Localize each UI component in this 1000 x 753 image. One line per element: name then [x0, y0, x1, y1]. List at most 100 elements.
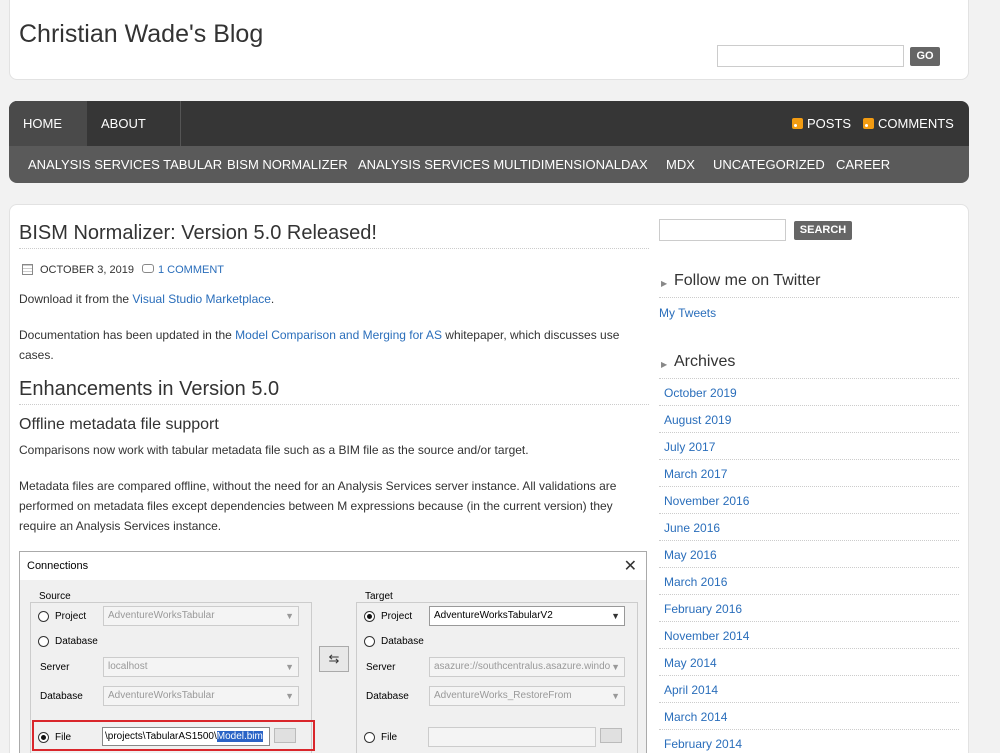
comments-link[interactable]: 1 COMMENT	[158, 264, 224, 276]
posts-feed-link[interactable]: POSTS	[792, 101, 851, 146]
archive-link[interactable]: June 2016	[664, 521, 720, 535]
archive-divider	[659, 459, 959, 460]
target-file-radio[interactable]	[364, 732, 375, 743]
main-navigation: HOME ABOUT ME POSTS COMMENTS ANALYSIS SE…	[9, 101, 969, 183]
chevron-down-icon: ▼	[285, 691, 294, 701]
widget-bullet-icon: ▶	[661, 279, 668, 288]
title-divider	[19, 248, 649, 249]
archive-divider	[659, 729, 959, 730]
paragraph-documentation: Documentation has been updated in the Mo…	[19, 325, 634, 365]
dialog-titlebar: Connections ✕	[20, 552, 646, 580]
swap-button[interactable]: ⇆	[319, 646, 349, 672]
target-database-value: AdventureWorks_RestoreFrom	[434, 690, 572, 701]
archives-divider	[659, 378, 959, 379]
search-button[interactable]: SEARCH	[794, 221, 852, 240]
category-mdx[interactable]: MDX	[666, 146, 695, 183]
chevron-down-icon: ▼	[285, 662, 294, 672]
category-analysis-services-multidimensional[interactable]: ANALYSIS SERVICES MULTIDIMENSIONAL	[358, 146, 621, 183]
chevron-down-icon: ▼	[611, 662, 620, 672]
archive-link[interactable]: May 2016	[664, 548, 717, 562]
archive-link[interactable]: February 2016	[664, 602, 742, 616]
source-group-label: Source	[37, 591, 73, 602]
my-tweets-link[interactable]: My Tweets	[659, 306, 716, 320]
comments-feed-label: COMMENTS	[878, 116, 954, 131]
post-title[interactable]: BISM Normalizer: Version 5.0 Released!	[19, 222, 377, 245]
target-project-radio[interactable]	[364, 611, 375, 622]
archive-link[interactable]: August 2019	[664, 413, 731, 427]
source-server-value: localhost	[108, 661, 148, 672]
source-database-value: AdventureWorksTabular	[108, 690, 215, 701]
target-database-select[interactable]: AdventureWorks_RestoreFrom ▼	[429, 686, 625, 706]
whitepaper-link[interactable]: Model Comparison and Merging for AS	[235, 328, 442, 342]
archive-divider	[659, 648, 959, 649]
sidebar-search-input[interactable]	[659, 219, 786, 241]
target-file-input[interactable]	[428, 727, 596, 747]
archive-link[interactable]: March 2014	[664, 710, 727, 724]
post-date: OCTOBER 3, 2019	[40, 264, 134, 276]
nav-tab-about-me[interactable]: ABOUT ME	[87, 101, 181, 176]
go-button[interactable]: GO	[910, 47, 940, 66]
nav-tab-home[interactable]: HOME	[9, 101, 87, 146]
close-icon[interactable]: ✕	[624, 556, 637, 576]
archive-divider	[659, 567, 959, 568]
archive-divider	[659, 594, 959, 595]
target-group-label: Target	[363, 591, 395, 602]
rss-icon	[792, 118, 803, 129]
section-heading: Enhancements in Version 5.0	[19, 378, 280, 400]
archive-divider	[659, 540, 959, 541]
posts-feed-label: POSTS	[807, 116, 852, 131]
text: Documentation has been updated in the	[19, 328, 236, 342]
source-project-value: AdventureWorksTabular	[108, 610, 215, 621]
calendar-icon	[22, 264, 33, 275]
target-database-radio[interactable]	[364, 636, 375, 647]
source-project-select[interactable]: AdventureWorksTabular ▼	[103, 606, 299, 626]
twitter-divider	[659, 297, 959, 298]
target-database-radio-label: Database	[381, 636, 424, 647]
paragraph-download: Download it from the Visual Studio Marke…	[19, 289, 634, 309]
archive-link[interactable]: March 2017	[664, 467, 727, 481]
connections-dialog: Connections ✕ Source Project AdventureWo…	[19, 551, 647, 753]
archive-link[interactable]: October 2019	[664, 386, 737, 400]
comment-icon	[142, 264, 154, 273]
source-database-radio[interactable]	[38, 636, 49, 647]
target-database-label: Database	[366, 691, 409, 702]
text: Download it from the	[19, 292, 133, 306]
archives-widget-title: Archives	[674, 353, 736, 370]
category-dax[interactable]: DAX	[621, 146, 648, 183]
archive-link[interactable]: November 2016	[664, 494, 749, 508]
archive-divider	[659, 432, 959, 433]
archive-link[interactable]: March 2016	[664, 575, 727, 589]
archive-link[interactable]: May 2014	[664, 656, 717, 670]
archive-link[interactable]: April 2014	[664, 683, 718, 697]
category-bism-normalizer[interactable]: BISM NORMALIZER	[227, 146, 348, 183]
text: .	[270, 292, 275, 306]
category-uncategorized[interactable]: UNCATEGORIZED	[713, 146, 825, 183]
source-database-label: Database	[40, 691, 83, 702]
visual-studio-marketplace-link[interactable]: Visual Studio Marketplace	[132, 292, 271, 306]
archive-link[interactable]: November 2014	[664, 629, 749, 643]
comments-feed-link[interactable]: COMMENTS	[863, 101, 954, 146]
target-browse-button[interactable]	[600, 728, 622, 743]
source-project-radio[interactable]	[38, 611, 49, 622]
archive-link[interactable]: July 2017	[664, 440, 715, 454]
category-career[interactable]: CAREER	[836, 146, 890, 183]
section-divider	[19, 404, 649, 405]
target-server-select[interactable]: asazure://southcentralus.asazure.windo ▼	[429, 657, 625, 677]
highlight-box	[32, 720, 315, 751]
rss-icon	[863, 118, 874, 129]
source-server-label: Server	[40, 662, 70, 673]
source-server-select[interactable]: localhost ▼	[103, 657, 299, 677]
archive-divider	[659, 675, 959, 676]
target-project-select[interactable]: AdventureWorksTabularV2 ▼	[429, 606, 625, 626]
archive-link[interactable]: February 2014	[664, 737, 742, 751]
target-server-value: asazure://southcentralus.asazure.windo	[434, 661, 611, 672]
blog-title[interactable]: Christian Wade's Blog	[19, 20, 263, 49]
target-project-label: Project	[381, 611, 413, 622]
archive-divider	[659, 621, 959, 622]
paragraph-comparisons: Comparisons now work with tabular metada…	[19, 443, 529, 457]
twitter-widget-title: Follow me on Twitter	[674, 272, 821, 289]
source-database-radio-label: Database	[55, 636, 98, 647]
source-database-select[interactable]: AdventureWorksTabular ▼	[103, 686, 299, 706]
header-search-input[interactable]	[717, 45, 904, 67]
category-analysis-services-tabular[interactable]: ANALYSIS SERVICES TABULAR	[28, 146, 222, 183]
